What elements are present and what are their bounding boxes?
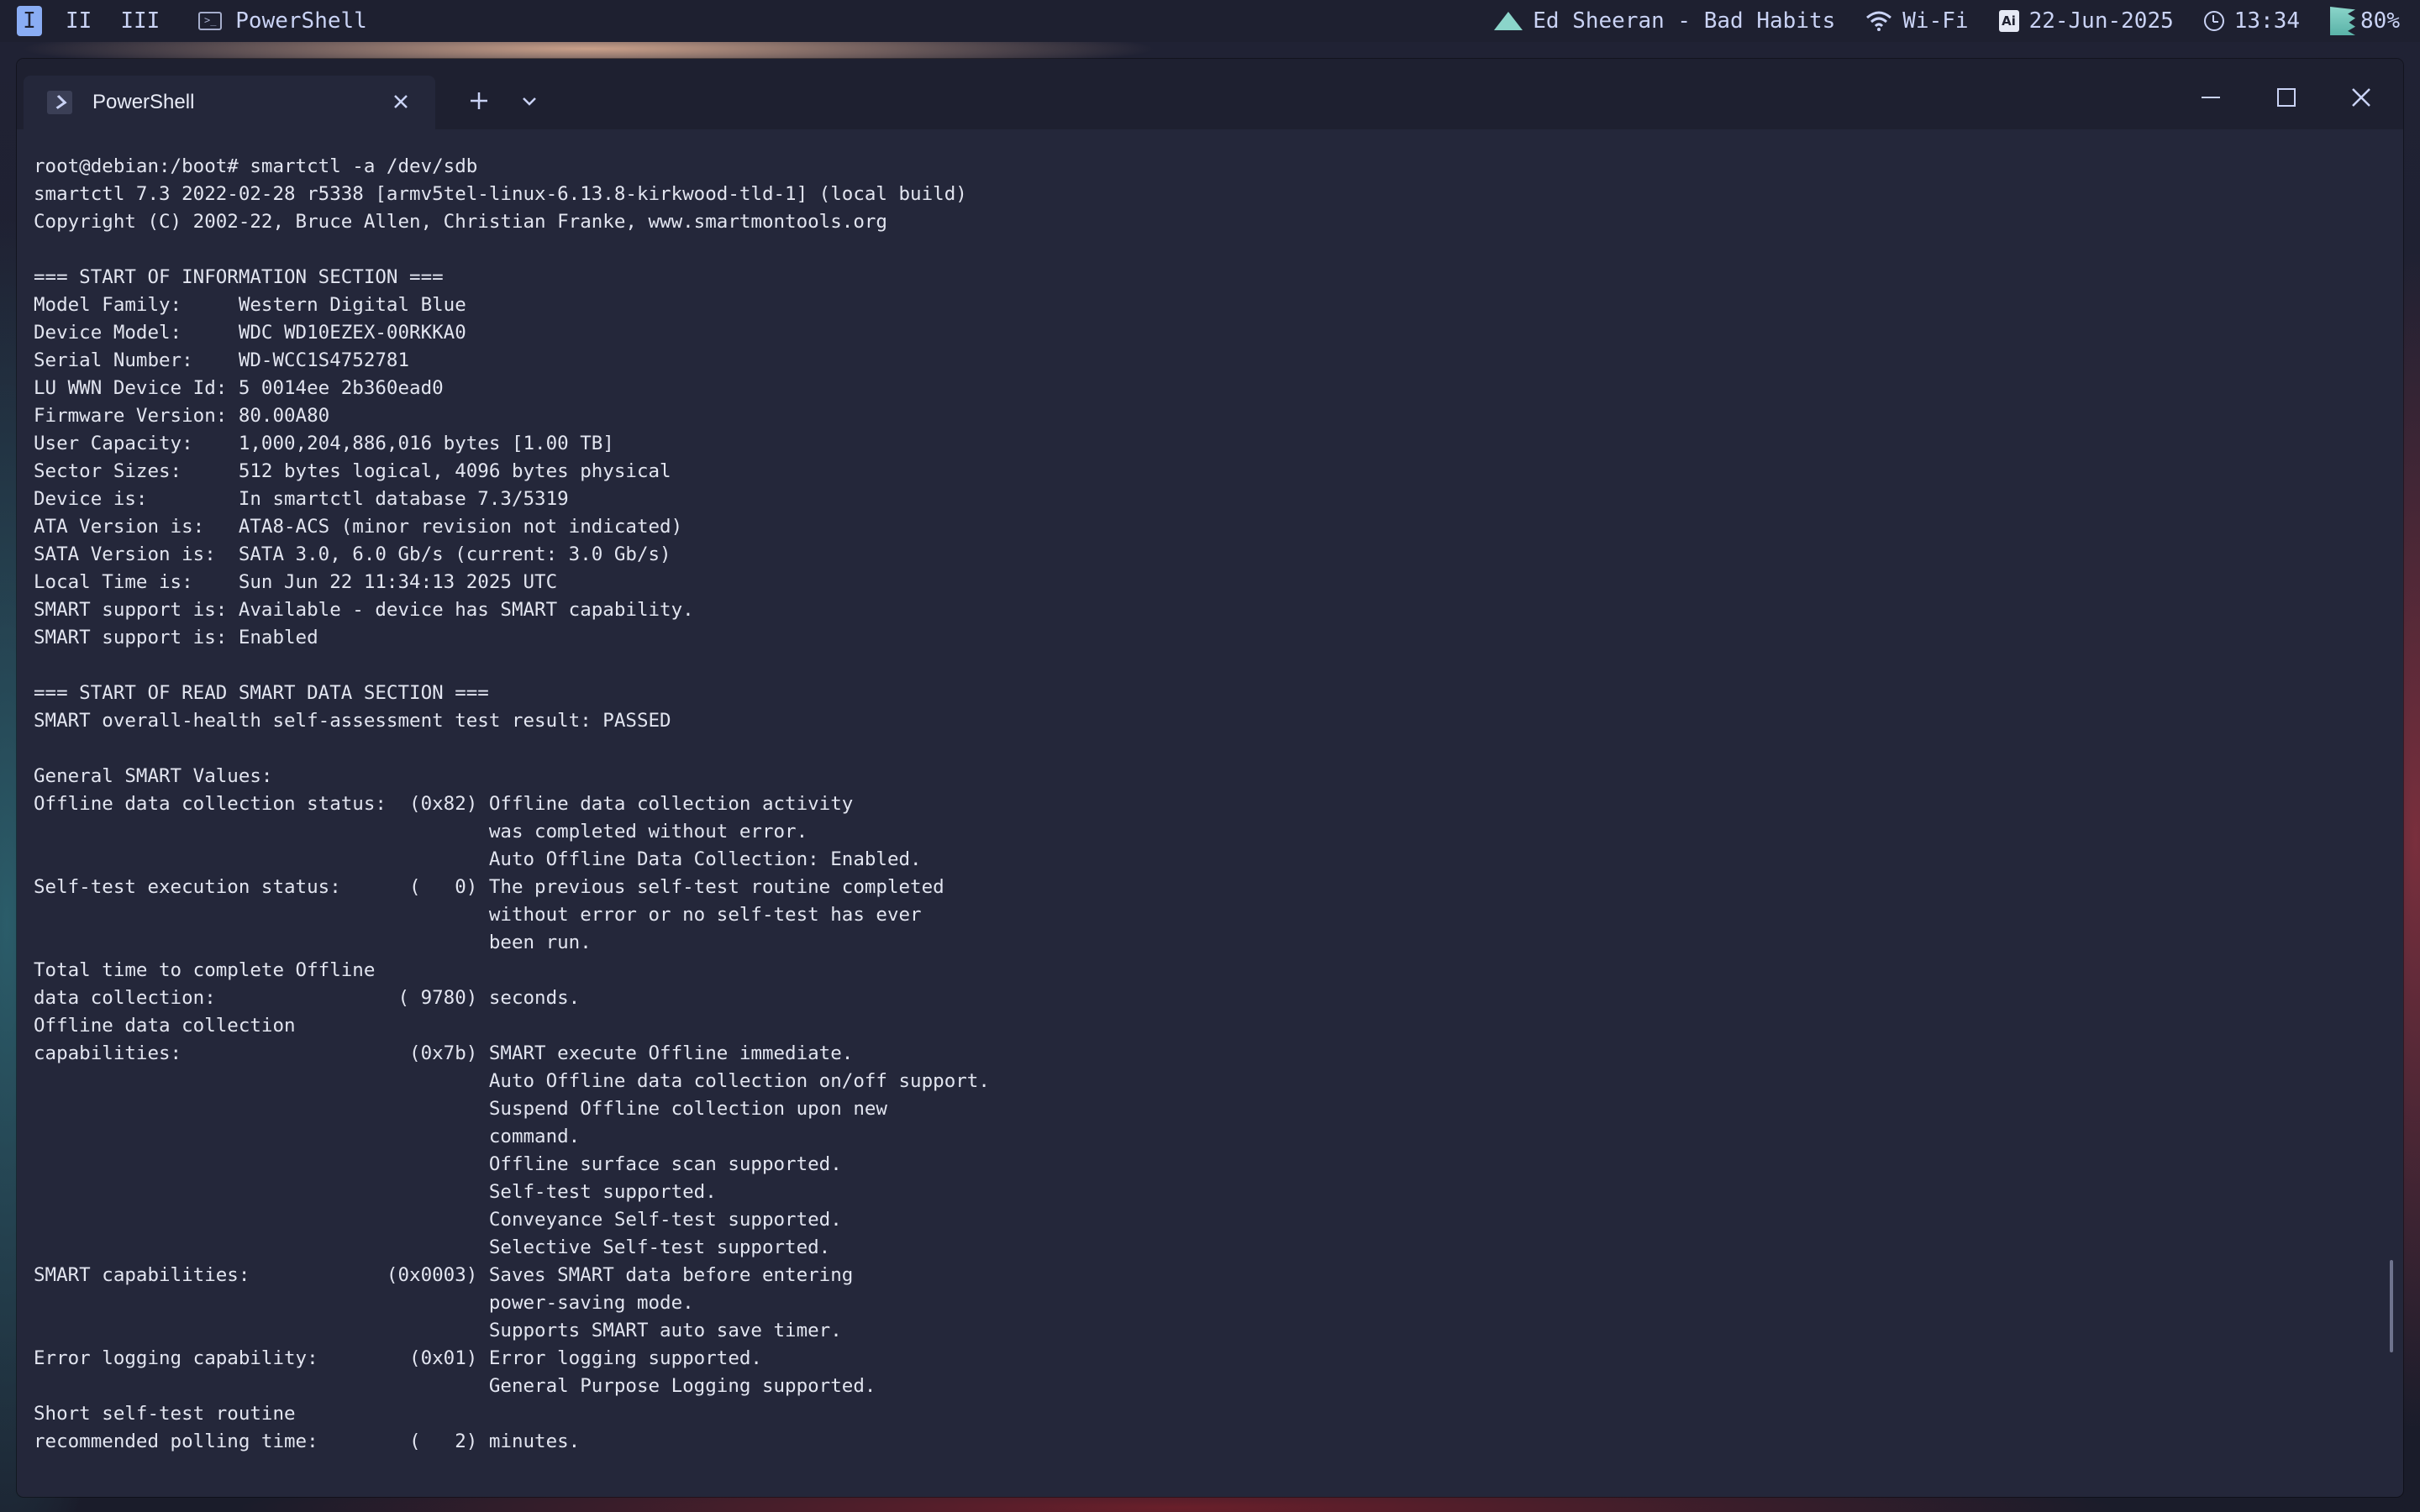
terminal-line: Supports SMART auto save timer. (34, 1320, 842, 1341)
maximize-button[interactable] (2260, 72, 2311, 123)
terminal-line: Self-test supported. (34, 1181, 717, 1203)
terminal-line: Sector Sizes: 512 bytes logical, 4096 by… (34, 460, 671, 482)
battery-widget[interactable]: 80% (2330, 7, 2400, 35)
terminal-line: Offline data collection (34, 1015, 296, 1037)
date-label: 22-Jun-2025 (2028, 8, 2174, 34)
workspace-switcher: I II III (0, 0, 165, 42)
battery-icon (2330, 7, 2356, 35)
terminal-line: SATA Version is: SATA 3.0, 6.0 Gb/s (cur… (34, 543, 671, 565)
terminal-line: Firmware Version: 80.00A80 (34, 405, 330, 427)
workspace-1[interactable]: I (17, 6, 42, 36)
terminal-line: SMART support is: Available - device has… (34, 599, 694, 621)
terminal-line: recommended polling time: ( 2) minutes. (34, 1431, 581, 1452)
terminal-line: General SMART Values: (34, 765, 273, 787)
minimize-icon (2202, 97, 2220, 98)
terminal-line: === START OF INFORMATION SECTION === (34, 266, 444, 288)
terminal-line: capabilities: (0x7b) SMART execute Offli… (34, 1042, 854, 1064)
clock-widget[interactable]: 13:34 (2203, 8, 2301, 34)
terminal-line: root@debian:/boot# smartctl -a /dev/sdb (34, 155, 478, 177)
network-widget[interactable]: Wi-Fi (1865, 8, 1969, 34)
tab-title: PowerShell (92, 91, 195, 113)
terminal-line: Copyright (C) 2002-22, Bruce Allen, Chri… (34, 211, 887, 233)
terminal-line: Model Family: Western Digital Blue (34, 294, 466, 316)
status-tray: Ed Sheeran - Bad Habits Wi-Fi Ai 22-Jun-… (1494, 7, 2420, 35)
new-tab-button[interactable] (462, 84, 496, 118)
terminal-line: command. (34, 1126, 581, 1147)
terminal-line: without error or no self-test has ever (34, 904, 922, 926)
terminal-line: Offline data collection status: (0x82) O… (34, 793, 854, 815)
active-app-label: PowerShell (235, 8, 367, 34)
terminal-line: was completed without error. (34, 821, 808, 843)
terminal-line: Suspend Offline collection upon new (34, 1098, 887, 1120)
terminal-line: LU WWN Device Id: 5 0014ee 2b360ead0 (34, 377, 444, 399)
terminal-line: General Purpose Logging supported. (34, 1375, 876, 1397)
terminal-line: Conveyance Self-test supported. (34, 1209, 842, 1231)
terminal-line: ATA Version is: ATA8-ACS (minor revision… (34, 516, 683, 538)
terminal-line: been run. (34, 932, 592, 953)
window-titlebar: PowerShell (17, 59, 2403, 129)
maximize-icon (2277, 88, 2296, 107)
terminal-line: Auto Offline data collection on/off supp… (34, 1070, 990, 1092)
terminal-line: smartctl 7.3 2022-02-28 r5338 [armv5tel-… (34, 183, 967, 205)
scrollbar-thumb[interactable] (2390, 1260, 2393, 1352)
terminal-icon: >_ (198, 12, 223, 30)
terminal-window: PowerShell root@debian:/boot# smartctl -… (17, 59, 2403, 1497)
chevron-down-icon[interactable] (513, 84, 546, 118)
battery-label: 80% (2360, 8, 2400, 34)
media-title: Ed Sheeran - Bad Habits (1533, 8, 1836, 34)
close-window-button[interactable] (2336, 72, 2386, 123)
active-app-indicator: >_ PowerShell (198, 8, 367, 34)
time-label: 13:34 (2233, 8, 2301, 34)
terminal-line: Selective Self-test supported. (34, 1236, 831, 1258)
terminal-line: Error logging capability: (0x01) Error l… (34, 1347, 762, 1369)
network-label: Wi-Fi (1902, 8, 1969, 34)
powershell-icon (47, 91, 72, 114)
media-widget[interactable]: Ed Sheeran - Bad Habits (1494, 8, 1835, 34)
terminal-line: Offline surface scan supported. (34, 1153, 842, 1175)
terminal-line: User Capacity: 1,000,204,886,016 bytes [… (34, 433, 614, 454)
workspace-3[interactable]: III (115, 6, 165, 36)
calendar-icon: Ai (1998, 10, 2019, 32)
terminal-line: Total time to complete Offline (34, 959, 376, 981)
terminal-line: SMART support is: Enabled (34, 627, 318, 648)
music-icon (1494, 12, 1523, 30)
terminal-line: Auto Offline Data Collection: Enabled. (34, 848, 922, 870)
terminal-line: data collection: ( 9780) seconds. (34, 987, 581, 1009)
workspace-2[interactable]: II (60, 6, 97, 36)
top-status-bar: I II III >_ PowerShell Ed Sheeran - Bad … (0, 0, 2420, 42)
terminal-line: power-saving mode. (34, 1292, 694, 1314)
terminal-output[interactable]: root@debian:/boot# smartctl -a /dev/sdb s… (34, 153, 2370, 1497)
terminal-line: Local Time is: Sun Jun 22 11:34:13 2025 … (34, 571, 558, 593)
terminal-line: SMART capabilities: (0x0003) Saves SMART… (34, 1264, 854, 1286)
terminal-line: Short self-test routine (34, 1403, 296, 1425)
clock-icon (2203, 11, 2224, 31)
tab-close-icon[interactable] (388, 89, 413, 114)
terminal-line: Device is: In smartctl database 7.3/5319 (34, 488, 569, 510)
minimize-button[interactable] (2185, 72, 2235, 123)
terminal-line: === START OF READ SMART DATA SECTION === (34, 682, 489, 704)
terminal-line: Serial Number: WD-WCC1S4752781 (34, 349, 410, 371)
tab-powershell[interactable]: PowerShell (24, 76, 435, 129)
terminal-line: Self-test execution status: ( 0) The pre… (34, 876, 944, 898)
terminal-line: Device Model: WDC WD10EZEX-00RKKA0 (34, 322, 466, 344)
close-icon (2352, 88, 2370, 107)
terminal-line: SMART overall-health self-assessment tes… (34, 710, 671, 732)
date-widget[interactable]: Ai 22-Jun-2025 (1998, 8, 2174, 34)
wifi-icon (1865, 11, 1892, 31)
